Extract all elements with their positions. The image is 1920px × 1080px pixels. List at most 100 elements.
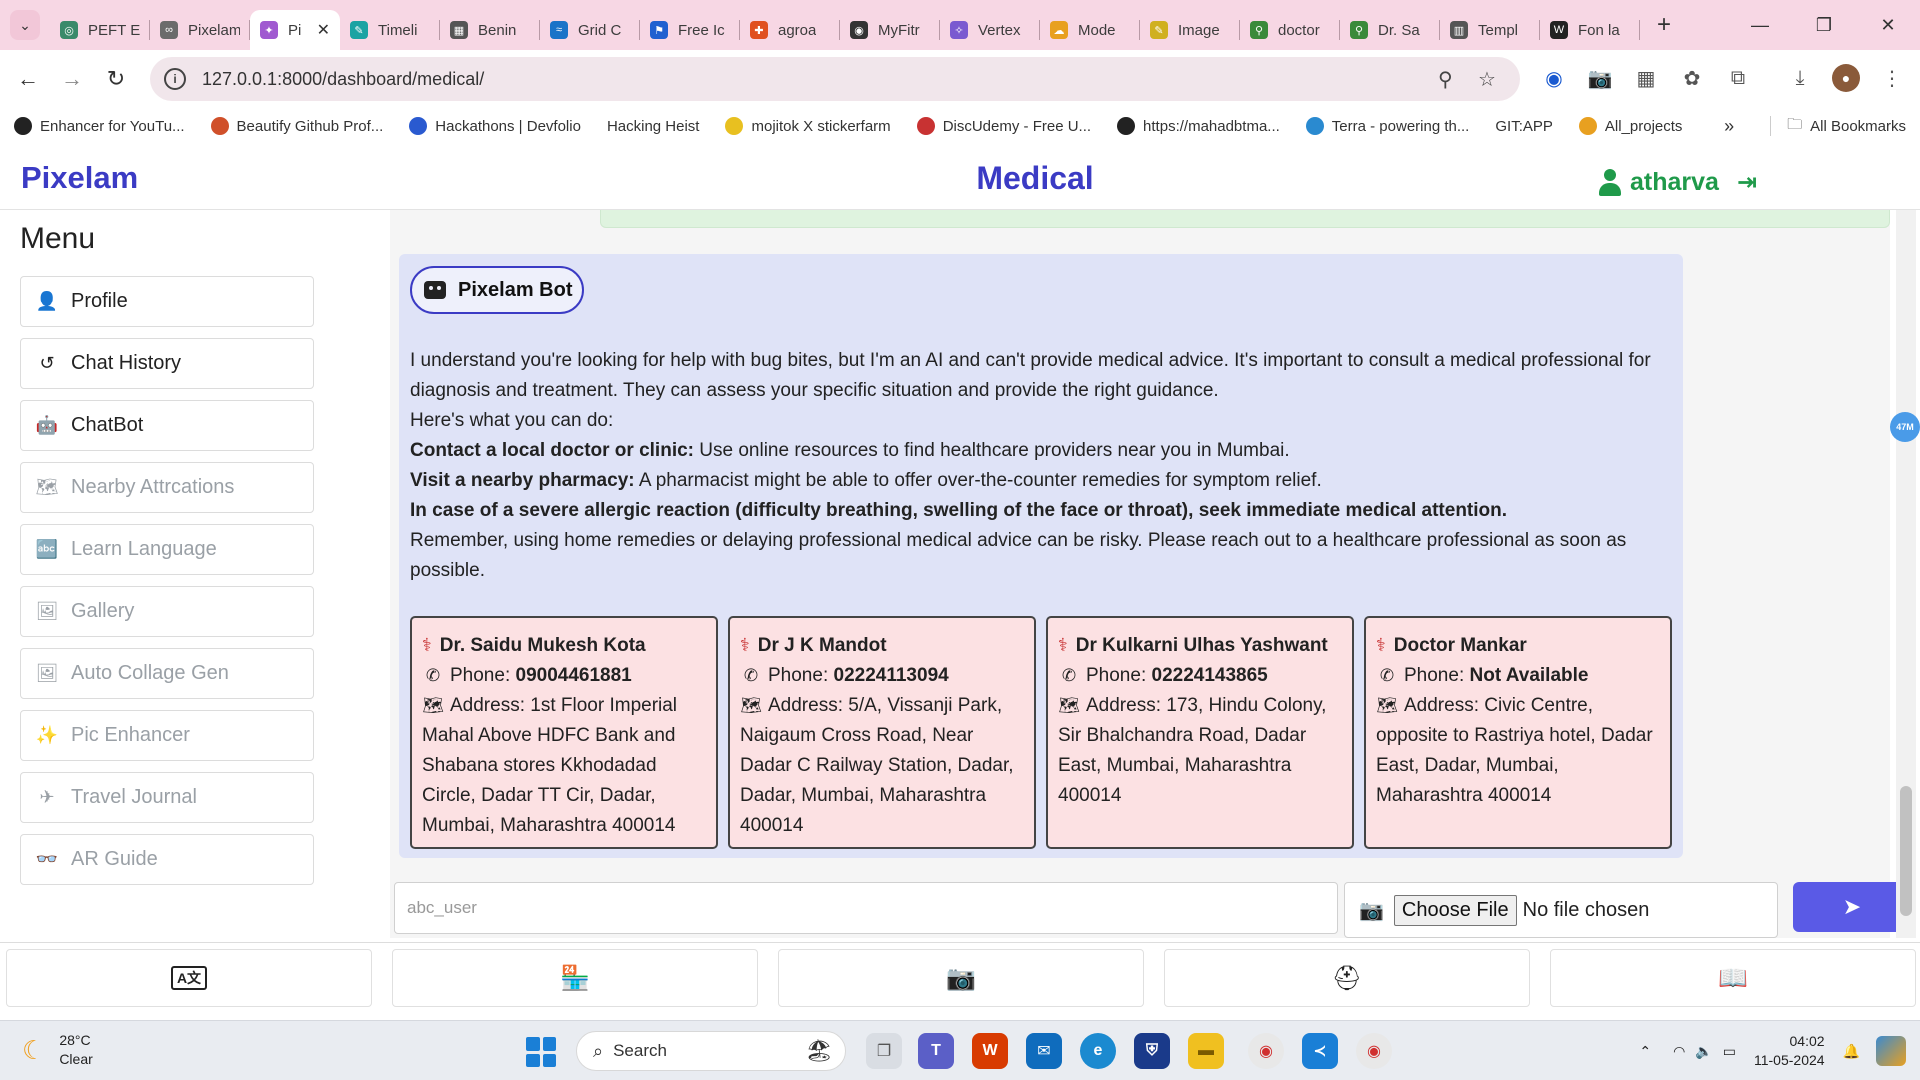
bottom-nav-book[interactable]: 📖 <box>1550 949 1916 1007</box>
browser-tab[interactable]: ✎ Image <box>1140 10 1240 50</box>
chat-scrollbar[interactable] <box>1896 210 1916 938</box>
browser-tab[interactable]: ▥ Templ <box>1440 10 1540 50</box>
doctor-icon: ⚕ <box>1058 635 1068 655</box>
tab-title: Image <box>1178 21 1220 39</box>
menu-item-learn-language[interactable]: 🔤 Learn Language <box>20 524 314 575</box>
camera-extension-icon[interactable]: 📷 <box>1586 64 1614 92</box>
bookmark-item[interactable]: mojitok X stickerfarm <box>725 117 891 135</box>
tip-text: Use online resources to find healthcare … <box>694 440 1290 461</box>
bookmark-item[interactable]: GIT:APP <box>1495 118 1553 135</box>
more-bookmarks-icon[interactable]: » <box>1724 116 1734 137</box>
bookmark-item[interactable]: https://mahadbtma... <box>1117 117 1280 135</box>
security-icon[interactable]: ⛨ <box>1134 1033 1170 1069</box>
browser-tab[interactable]: ☁ Mode <box>1040 10 1140 50</box>
send-button[interactable]: ➤ <box>1793 882 1911 932</box>
calendar-extension-icon[interactable]: ▦ <box>1632 64 1660 92</box>
wps-office-icon[interactable]: W <box>972 1033 1008 1069</box>
browser-tab[interactable]: ✧ Vertex <box>940 10 1040 50</box>
brand-logo[interactable]: Pixelam <box>21 160 138 196</box>
menu-item-ar-guide[interactable]: 👓 AR Guide <box>20 834 314 885</box>
file-explorer-icon[interactable]: ▬ <box>1188 1033 1224 1069</box>
back-button[interactable]: ← <box>6 57 50 101</box>
volume-icon[interactable]: 🔈 <box>1695 1043 1712 1060</box>
brain-extension-icon[interactable]: ✿ <box>1678 64 1706 92</box>
floating-badge[interactable]: 47M <box>1890 412 1920 442</box>
tab-search-button[interactable]: ⌄ <box>10 10 40 40</box>
menu-item-chat-history[interactable]: ↺ Chat History <box>20 338 314 389</box>
start-button[interactable] <box>526 1037 556 1067</box>
site-info-icon[interactable]: i <box>164 68 186 90</box>
battery-icon[interactable]: ▭ <box>1723 1043 1736 1060</box>
message-input[interactable]: abc_user <box>394 882 1338 934</box>
weather-widget[interactable]: ☾ 28°C Clear <box>22 1031 93 1069</box>
browser-tab[interactable]: ✦ Pi ✕ <box>250 10 340 50</box>
menu-item-chatbot[interactable]: 🤖 ChatBot <box>20 400 314 451</box>
all-bookmarks-link[interactable]: All Bookmarks <box>1810 118 1906 135</box>
bottom-nav-medical[interactable]: ⛑ <box>1164 949 1530 1007</box>
bookmark-star-icon[interactable]: ☆ <box>1478 67 1496 92</box>
vscode-icon[interactable]: ≺ <box>1302 1033 1338 1069</box>
browser-tab[interactable]: ◎ PEFT E <box>50 10 150 50</box>
browser-tab[interactable]: ⚲ doctor <box>1240 10 1340 50</box>
browser-tab[interactable]: ✎ Timeli <box>340 10 440 50</box>
menu-item-pic-enhancer[interactable]: ✨ Pic Enhancer <box>20 710 314 761</box>
bookmark-item[interactable]: Hackathons | Devfolio <box>409 117 581 135</box>
notification-bell-icon[interactable]: 🔔 <box>1843 1043 1860 1060</box>
copilot-icon[interactable] <box>1876 1036 1906 1066</box>
choose-file-button[interactable]: Choose File <box>1393 894 1517 926</box>
browser-tab[interactable]: ◉ MyFitr <box>840 10 940 50</box>
scrollbar-thumb[interactable] <box>1900 786 1912 916</box>
bookmark-item[interactable]: Enhancer for YouTu... <box>14 117 185 135</box>
task-view-icon[interactable]: ❐ <box>866 1033 902 1069</box>
browser-tab[interactable]: ▦ Benin <box>440 10 540 50</box>
close-window-button[interactable]: ✕ <box>1856 0 1920 50</box>
logout-icon[interactable]: ⇥ <box>1737 168 1757 197</box>
new-tab-button[interactable]: + <box>1646 7 1682 43</box>
tab-favicon-icon: ∞ <box>160 21 178 39</box>
show-hidden-icons[interactable]: ⌃ <box>1639 1043 1651 1060</box>
chevron-down-icon: ⌄ <box>19 16 31 33</box>
bottom-nav-camera[interactable]: 📷 <box>778 949 1144 1007</box>
bottom-nav-translate[interactable]: A文 <box>6 949 372 1007</box>
bookmark-item[interactable]: Terra - powering th... <box>1305 117 1469 135</box>
profile-avatar[interactable]: ● <box>1832 64 1860 92</box>
menu-item-nearby-attrcations[interactable]: 🗺 Nearby Attrcations <box>20 462 314 513</box>
browser-tab[interactable]: ⚲ Dr. Sa <box>1340 10 1440 50</box>
menu-item-travel-journal[interactable]: ✈ Travel Journal <box>20 772 314 823</box>
clock[interactable]: 04:02 11-05-2024 <box>1754 1032 1825 1070</box>
browser-tab[interactable]: ⚑ Free Ic <box>640 10 740 50</box>
chrome-profile-icon[interactable]: ◉ <box>1356 1033 1392 1069</box>
menu-item-auto-collage-gen[interactable]: 🖼 Auto Collage Gen <box>20 648 314 699</box>
browser-tab[interactable]: W Fon la <box>1540 10 1640 50</box>
browser-tab[interactable]: ✚ agroa <box>740 10 840 50</box>
more-menu-icon[interactable]: ⋮ <box>1878 64 1906 92</box>
bookmark-item[interactable]: Hacking Heist <box>607 118 700 135</box>
bookmark-item[interactable]: DiscUdemy - Free U... <box>916 117 1091 135</box>
bookmark-item[interactable]: Beautify Github Prof... <box>210 117 383 135</box>
taskbar-search[interactable]: ⌕ Search 🏖 <box>576 1031 846 1071</box>
reload-button[interactable]: ↻ <box>94 57 138 101</box>
minimize-button[interactable]: — <box>1728 0 1792 50</box>
browser-tab[interactable]: ∞ Pixelam <box>150 10 250 50</box>
address-bar[interactable]: i 127.0.0.1:8000/dashboard/medical/ ⚲ ☆ <box>150 57 1520 101</box>
menu-item-gallery[interactable]: 🖼 Gallery <box>20 586 314 637</box>
teams-icon[interactable]: T <box>918 1033 954 1069</box>
bookmark-item[interactable]: All_projects <box>1578 117 1682 135</box>
browser-tab[interactable]: ≈ Grid C <box>540 10 640 50</box>
bottom-nav-store[interactable]: 🏪 <box>392 949 758 1007</box>
edge-icon[interactable]: e <box>1080 1033 1116 1069</box>
download-icon[interactable]: ⤓ <box>1786 64 1814 92</box>
restore-button[interactable]: ❐ <box>1792 0 1856 50</box>
bookmark-favicon-icon <box>1578 117 1597 135</box>
mail-icon[interactable]: ✉ <box>1026 1033 1062 1069</box>
close-tab-icon[interactable]: ✕ <box>317 20 330 40</box>
chrome-icon[interactable]: ◉ <box>1248 1033 1284 1069</box>
location-pin-icon[interactable]: ⚲ <box>1438 67 1453 92</box>
puzzle-extensions-icon[interactable]: ⧉ <box>1724 64 1752 92</box>
extension-target-icon[interactable]: ◉ <box>1540 64 1568 92</box>
user-info[interactable]: atharva ⇥ <box>1598 168 1757 197</box>
bookmark-favicon-icon <box>916 117 935 135</box>
menu-item-profile[interactable]: 👤 Profile <box>20 276 314 327</box>
wifi-icon[interactable]: ◠ <box>1673 1043 1685 1060</box>
forward-button[interactable]: → <box>50 57 94 101</box>
